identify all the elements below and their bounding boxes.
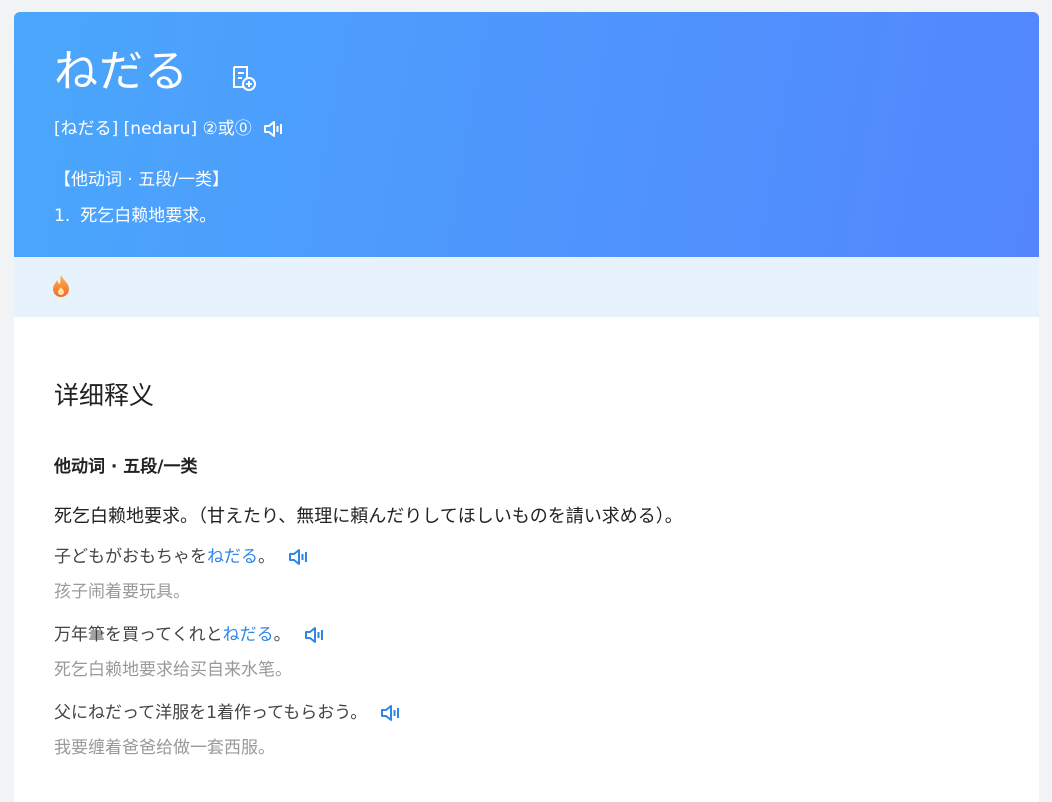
example-highlight: ねだる <box>207 547 258 567</box>
section-title: 详细释义 <box>54 381 155 410</box>
example-text: 万年筆を買ってくれと <box>54 625 223 645</box>
speaker-icon[interactable] <box>262 118 286 140</box>
example-translation: 死乞白赖地要求给买自来水笔。 <box>54 660 292 680</box>
example-translation: 我要缠着爸爸给做一套西服。 <box>54 738 275 758</box>
example-text: 父にねだって洋服を1着作ってもらおう。 <box>54 703 368 723</box>
example-translation: 孩子闹着要玩具。 <box>54 582 190 602</box>
definition-item: 1. 死乞白赖地要求。 <box>54 204 216 228</box>
example-text-end: 。 <box>258 547 275 567</box>
detail-part-of-speech: 他动词 · 五段/一类 <box>54 457 198 477</box>
word-header: ねだる [ねだる] [nedaru] ②或⓪ 【他动词 · 五段/一类】 1. 死… <box>14 12 1039 257</box>
example-text-end: 。 <box>273 625 291 645</box>
example-sentence: 子どもがおもちゃを ねだる。 <box>54 545 311 569</box>
example-highlight: ねだる <box>222 625 274 645</box>
pronunciation-row: [ねだる] [nedaru] ②或⓪ <box>54 116 286 142</box>
word-card: ねだる [ねだる] [nedaru] ②或⓪ 【他动词 · 五段/一类】 1. 死… <box>14 12 1039 802</box>
detail-meaning: 死乞白赖地要求。（甘えたり、無理に頼んだりしてほしいものを請い求める）。 <box>54 506 683 527</box>
speaker-icon[interactable] <box>379 702 403 724</box>
part-of-speech: 【他动词 · 五段/一类】 <box>54 170 229 190</box>
definition-number: 1. <box>54 206 71 226</box>
example-sentence: 父にねだって洋服を1着作ってもらおう。 <box>54 701 403 725</box>
example-sentence: 万年筆を買ってくれと ねだる。 <box>54 623 327 647</box>
fire-icon <box>53 275 69 297</box>
pronunciation-text: [ねだる] [nedaru] ②或⓪ <box>54 119 252 139</box>
example-text: 子どもがおもちゃを <box>54 547 207 567</box>
hot-strip <box>14 257 1039 317</box>
speaker-icon[interactable] <box>303 624 327 646</box>
definition-text: 死乞白赖地要求。 <box>80 206 217 226</box>
headword: ねだる <box>54 46 189 97</box>
speaker-icon[interactable] <box>287 546 311 568</box>
add-to-wordbook-icon[interactable] <box>229 64 257 92</box>
